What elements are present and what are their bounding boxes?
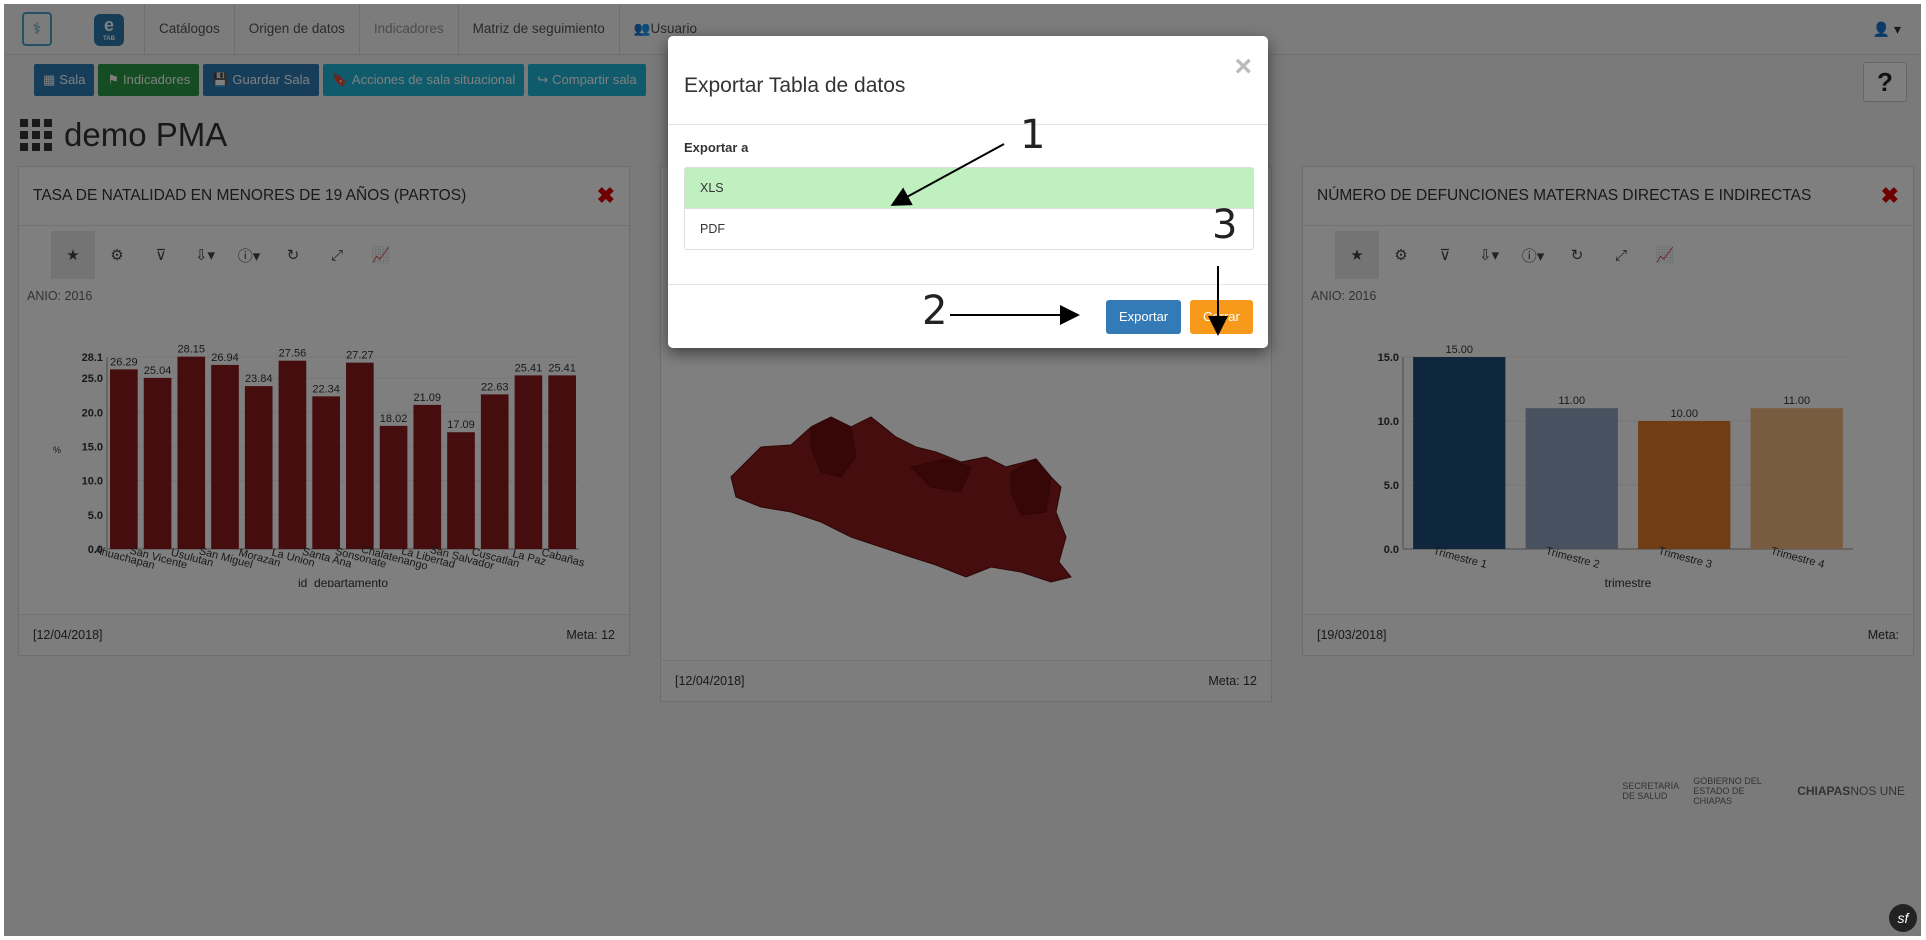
symfony-debug-icon[interactable]: sf bbox=[1889, 904, 1917, 932]
annotation-arrows bbox=[890, 143, 1228, 336]
arrow-1 bbox=[890, 143, 1005, 206]
app-frame: ⚕ eTAB Catálogos Origen de datos Indicad… bbox=[4, 4, 1921, 936]
